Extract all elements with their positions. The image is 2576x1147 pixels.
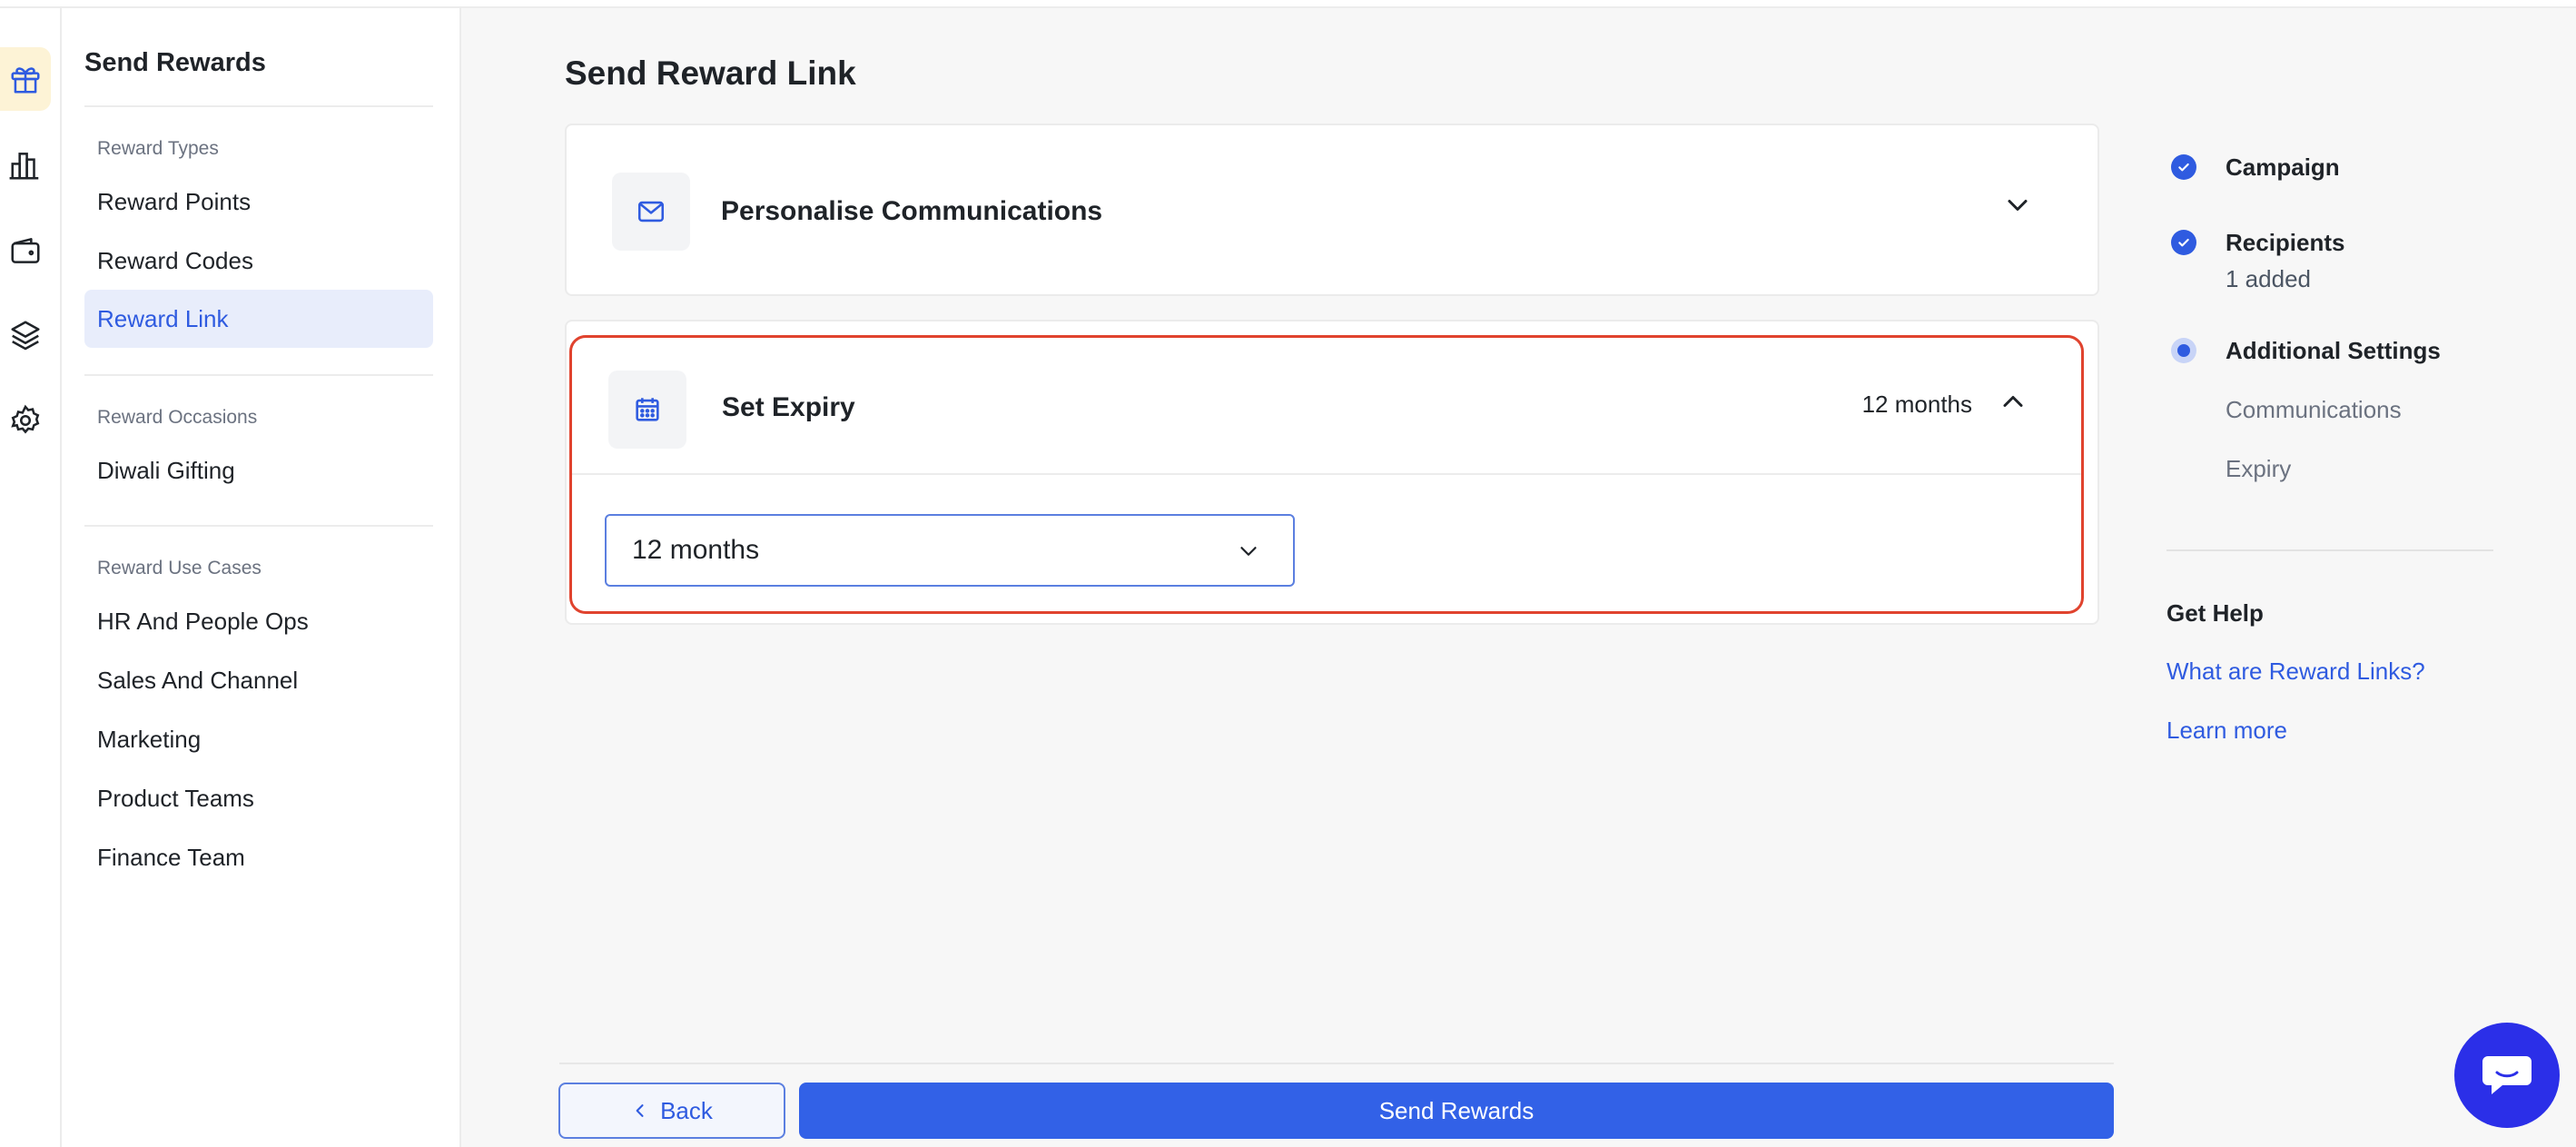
sidebar-section-reward-use-cases: Reward Use Cases bbox=[97, 558, 262, 578]
personalise-communications-title: Personalise Communications bbox=[721, 196, 1103, 226]
sidebar-item-marketing[interactable]: Marketing bbox=[84, 710, 433, 768]
step-recipients[interactable]: Recipients bbox=[2226, 229, 2345, 257]
sidebar-title: Send Rewards bbox=[84, 48, 266, 77]
sidebar-item-product-teams[interactable]: Product Teams bbox=[84, 769, 433, 827]
sidebar: Send Rewards Reward Types Reward Points … bbox=[62, 8, 461, 1147]
send-rewards-button-label: Send Rewards bbox=[1378, 1096, 1535, 1124]
sidebar-item-reward-codes[interactable]: Reward Codes bbox=[84, 232, 433, 290]
layers-icon bbox=[11, 321, 40, 351]
chevron-up-icon[interactable] bbox=[1997, 385, 2029, 418]
get-help-title: Get Help bbox=[2166, 599, 2264, 627]
sidebar-item-reward-points[interactable]: Reward Points bbox=[84, 173, 433, 231]
sidebar-item-finance-team[interactable]: Finance Team bbox=[84, 828, 433, 886]
chat-bubble-icon bbox=[2482, 1056, 2532, 1094]
gear-icon bbox=[11, 404, 40, 434]
sidebar-item-diwali-gifting[interactable]: Diwali Gifting bbox=[84, 441, 433, 499]
chevron-down-icon[interactable] bbox=[2001, 189, 2034, 222]
help-link-learn-more[interactable]: Learn more bbox=[2166, 717, 2287, 745]
chat-button[interactable] bbox=[2454, 1023, 2560, 1128]
sidebar-section-reward-occasions: Reward Occasions bbox=[97, 407, 258, 428]
help-divider bbox=[2166, 549, 2493, 551]
step-sub-expiry[interactable]: Expiry bbox=[2226, 455, 2291, 483]
rail-gift-button[interactable] bbox=[0, 47, 51, 111]
icon-rail bbox=[0, 8, 62, 1147]
rail-wallet-button[interactable] bbox=[0, 219, 51, 282]
rail-layers-button[interactable] bbox=[0, 303, 51, 367]
rail-analytics-button[interactable] bbox=[0, 133, 51, 197]
bar-chart-icon bbox=[9, 153, 39, 180]
sidebar-section-reward-types: Reward Types bbox=[97, 138, 219, 159]
personalise-communications-card[interactable]: Personalise Communications bbox=[565, 124, 2099, 296]
footer-divider bbox=[559, 1063, 2114, 1064]
sidebar-divider bbox=[84, 105, 433, 107]
calendar-icon-wrapper bbox=[608, 371, 686, 449]
rail-settings-button[interactable] bbox=[0, 389, 51, 452]
help-link-what-are-reward-links[interactable]: What are Reward Links? bbox=[2166, 658, 2425, 686]
sidebar-item-sales-and-channel[interactable]: Sales And Channel bbox=[84, 651, 433, 709]
back-button-label: Back bbox=[660, 1096, 713, 1124]
wallet-icon bbox=[11, 238, 40, 263]
set-expiry-section: Set Expiry 12 months 12 months bbox=[569, 335, 2084, 614]
step-current-dot-icon bbox=[2171, 338, 2196, 363]
mail-icon bbox=[637, 201, 665, 222]
expiry-select[interactable]: 12 months bbox=[605, 514, 1295, 587]
expiry-divider bbox=[572, 473, 2081, 475]
chevron-left-icon bbox=[636, 1104, 644, 1117]
step-campaign-check-icon bbox=[2171, 154, 2196, 180]
expiry-current-value: 12 months bbox=[1861, 391, 1972, 418]
page-title: Send Reward Link bbox=[565, 54, 856, 92]
chevron-down-icon bbox=[1240, 547, 1257, 556]
step-campaign[interactable]: Campaign bbox=[2226, 153, 2340, 182]
step-additional-settings[interactable]: Additional Settings bbox=[2226, 337, 2441, 365]
back-button[interactable]: Back bbox=[558, 1083, 785, 1139]
send-rewards-button[interactable]: Send Rewards bbox=[799, 1083, 2114, 1139]
sidebar-divider bbox=[84, 525, 433, 527]
calendar-icon bbox=[636, 398, 659, 421]
step-recipients-check-icon bbox=[2171, 230, 2196, 255]
sidebar-divider bbox=[84, 374, 433, 376]
step-recipients-count: 1 added bbox=[2226, 265, 2311, 292]
top-border bbox=[0, 0, 2576, 8]
step-sub-communications[interactable]: Communications bbox=[2226, 396, 2402, 424]
set-expiry-title: Set Expiry bbox=[722, 392, 855, 422]
sidebar-item-reward-link[interactable]: Reward Link bbox=[84, 290, 433, 348]
sidebar-item-hr-and-people-ops[interactable]: HR And People Ops bbox=[84, 592, 433, 650]
mail-icon-wrapper bbox=[612, 173, 690, 251]
gift-icon bbox=[11, 67, 40, 94]
expiry-select-value: 12 months bbox=[632, 535, 760, 565]
